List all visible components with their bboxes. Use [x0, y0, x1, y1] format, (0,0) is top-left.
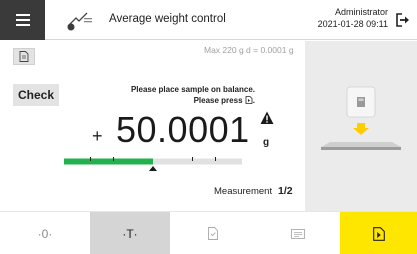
accept-button[interactable]	[340, 212, 417, 254]
instruction-line-1: Please place sample on balance.	[130, 85, 255, 94]
instruction-illustration-panel	[305, 41, 417, 211]
tare-button[interactable]: ·T·	[90, 212, 170, 254]
accept-icon	[372, 226, 385, 241]
capacity-info: Max 220 g d = 0.0001 g	[204, 45, 294, 55]
logout-icon	[396, 13, 409, 27]
date-time: 2021-01-28 09:11	[317, 19, 388, 29]
task-title: Average weight control	[109, 13, 226, 25]
measurement-label: Measurement	[214, 186, 273, 197]
tolerance-bar	[64, 157, 242, 171]
id-card-icon	[290, 228, 305, 239]
hamburger-icon	[15, 14, 30, 16]
weighing-panel: Max 220 g d = 0.0001 g Check Please plac…	[0, 41, 305, 211]
tolerance-target-marker	[149, 166, 157, 171]
arrow-shaft	[357, 123, 365, 128]
user-info: Administrator 2021-01-28 09:11	[318, 6, 388, 30]
tolerance-bar-fill	[64, 158, 153, 165]
weight-value: 50.0001	[116, 109, 250, 150]
instruction-line-2: Please press .	[193, 96, 255, 105]
header-bar: Average weight control Administrator 202…	[0, 0, 417, 40]
logout-button[interactable]	[389, 0, 417, 40]
instruction-text: Please place sample on balance. Please p…	[120, 84, 255, 106]
bottom-toolbar: ·0· ·T·	[0, 211, 417, 254]
user-name: Administrator	[334, 7, 388, 17]
check-button[interactable]: Check	[13, 84, 59, 106]
document-icon	[19, 51, 29, 62]
place-weight-on-pan-icon	[321, 86, 401, 150]
accept-icon	[245, 96, 253, 104]
menu-button[interactable]	[0, 0, 45, 40]
id-card-button[interactable]	[255, 212, 340, 254]
down-arrow-icon	[353, 128, 369, 135]
weight-sign: +	[92, 126, 103, 146]
balance-task-icon[interactable]	[62, 7, 94, 33]
weight-unit: g	[263, 137, 270, 148]
document-check-button[interactable]	[170, 212, 255, 254]
document-check-icon	[207, 227, 218, 240]
measurement-count: 1/2	[278, 185, 293, 197]
protocol-button[interactable]	[13, 48, 35, 65]
zero-button[interactable]: ·0·	[0, 212, 90, 254]
warning-icon	[260, 111, 274, 124]
